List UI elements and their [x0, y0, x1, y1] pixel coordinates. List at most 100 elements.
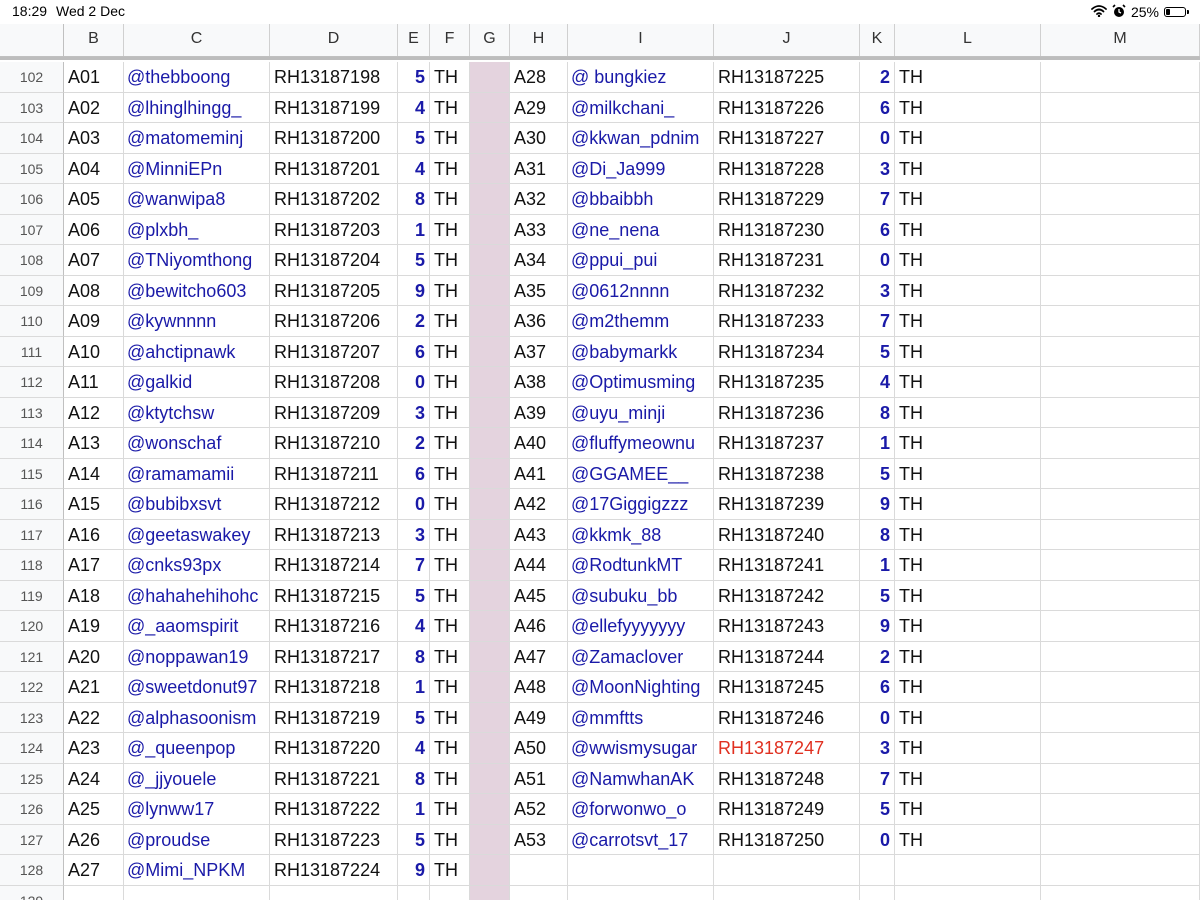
cell-l[interactable]: TH	[895, 92, 1041, 123]
cell-j[interactable]	[714, 855, 860, 886]
cell-f[interactable]: TH	[430, 611, 470, 642]
cell-f[interactable]: TH	[430, 275, 470, 306]
cell-g[interactable]	[470, 855, 510, 886]
cell-m[interactable]	[1041, 580, 1200, 611]
cell-l[interactable]: TH	[895, 580, 1041, 611]
cell-c[interactable]: @ramamamii	[124, 458, 270, 489]
cell-m[interactable]	[1041, 855, 1200, 886]
cell-d[interactable]: RH13187200	[270, 123, 398, 154]
cell-b[interactable]: A11	[64, 367, 124, 398]
cell-m[interactable]	[1041, 275, 1200, 306]
cell-m[interactable]	[1041, 702, 1200, 733]
row-header[interactable]: 106	[0, 184, 64, 215]
cell-j[interactable]: RH13187234	[714, 336, 860, 367]
cell-k[interactable]: 0	[860, 702, 895, 733]
cell-m[interactable]	[1041, 519, 1200, 550]
cell-j[interactable]: RH13187231	[714, 245, 860, 276]
cell-g[interactable]	[470, 153, 510, 184]
row-header[interactable]: 117	[0, 519, 64, 550]
cell-l[interactable]: TH	[895, 275, 1041, 306]
cell-e[interactable]: 4	[398, 611, 430, 642]
cell-i[interactable]: @ellefyyyyyyy	[568, 611, 714, 642]
cell-c[interactable]: @lhinglhingg_	[124, 92, 270, 123]
cell-i[interactable]: @carrotsvt_17	[568, 824, 714, 855]
cell-b[interactable]: A05	[64, 184, 124, 215]
cell-j[interactable]: RH13187242	[714, 580, 860, 611]
cell-c[interactable]: @galkid	[124, 367, 270, 398]
cell-h[interactable]: A50	[510, 733, 568, 764]
cell-f[interactable]: TH	[430, 336, 470, 367]
cell-j[interactable]: RH13187227	[714, 123, 860, 154]
cell-f[interactable]: TH	[430, 367, 470, 398]
cell-c[interactable]: @noppawan19	[124, 641, 270, 672]
cell-k[interactable]: 4	[860, 367, 895, 398]
cell-f[interactable]: TH	[430, 458, 470, 489]
cell-b[interactable]: A22	[64, 702, 124, 733]
cell-d[interactable]: RH13187223	[270, 824, 398, 855]
cell-h[interactable]: A29	[510, 92, 568, 123]
cell-f[interactable]: TH	[430, 62, 470, 93]
cell-k[interactable]: 8	[860, 397, 895, 428]
cell-g[interactable]	[470, 62, 510, 93]
cell-d[interactable]: RH13187216	[270, 611, 398, 642]
cell-l[interactable]: TH	[895, 702, 1041, 733]
cell-l[interactable]: TH	[895, 306, 1041, 337]
row-header[interactable]: 122	[0, 672, 64, 703]
cell-k[interactable]	[860, 885, 895, 900]
cell-d[interactable]: RH13187224	[270, 855, 398, 886]
cell-j[interactable]	[714, 885, 860, 900]
cell-k[interactable]	[860, 855, 895, 886]
cell-d[interactable]: RH13187204	[270, 245, 398, 276]
cell-g[interactable]	[470, 611, 510, 642]
cell-f[interactable]: TH	[430, 794, 470, 825]
row-header[interactable]: 112	[0, 367, 64, 398]
cell-f[interactable]: TH	[430, 672, 470, 703]
cell-j[interactable]: RH13187250	[714, 824, 860, 855]
cell-h[interactable]: A36	[510, 306, 568, 337]
cell-h[interactable]: A35	[510, 275, 568, 306]
cell-l[interactable]: TH	[895, 489, 1041, 520]
cell-h[interactable]: A42	[510, 489, 568, 520]
cell-l[interactable]: TH	[895, 733, 1041, 764]
cell-i[interactable]: @forwonwo_o	[568, 794, 714, 825]
cell-d[interactable]: RH13187198	[270, 62, 398, 93]
row-header[interactable]: 103	[0, 92, 64, 123]
cell-j[interactable]: RH13187237	[714, 428, 860, 459]
cell-l[interactable]: TH	[895, 763, 1041, 794]
cell-j[interactable]: RH13187245	[714, 672, 860, 703]
cell-b[interactable]: A14	[64, 458, 124, 489]
cell-i[interactable]	[568, 885, 714, 900]
cell-k[interactable]: 0	[860, 123, 895, 154]
cell-l[interactable]: TH	[895, 672, 1041, 703]
cell-i[interactable]: @fluffymeownu	[568, 428, 714, 459]
row-header[interactable]: 105	[0, 153, 64, 184]
cell-b[interactable]: A26	[64, 824, 124, 855]
cell-g[interactable]	[470, 733, 510, 764]
cell-l[interactable]: TH	[895, 611, 1041, 642]
cell-m[interactable]	[1041, 733, 1200, 764]
column-header-h[interactable]: H	[510, 24, 568, 56]
cell-b[interactable]: A12	[64, 397, 124, 428]
cell-l[interactable]: TH	[895, 62, 1041, 93]
cell-d[interactable]: RH13187209	[270, 397, 398, 428]
cell-e[interactable]	[398, 885, 430, 900]
select-all-corner[interactable]	[0, 24, 64, 56]
cell-k[interactable]: 2	[860, 62, 895, 93]
cell-k[interactable]: 9	[860, 489, 895, 520]
cell-c[interactable]: @ktytchsw	[124, 397, 270, 428]
cell-c[interactable]: @sweetdonut97	[124, 672, 270, 703]
cell-d[interactable]: RH13187199	[270, 92, 398, 123]
cell-m[interactable]	[1041, 672, 1200, 703]
cell-d[interactable]: RH13187211	[270, 458, 398, 489]
cell-h[interactable]: A31	[510, 153, 568, 184]
cell-j[interactable]: RH13187247	[714, 733, 860, 764]
cell-i[interactable]: @17Giggigzzz	[568, 489, 714, 520]
cell-j[interactable]: RH13187226	[714, 92, 860, 123]
cell-l[interactable]: TH	[895, 184, 1041, 215]
row-header[interactable]: 110	[0, 306, 64, 337]
cell-e[interactable]: 5	[398, 702, 430, 733]
cell-e[interactable]: 4	[398, 733, 430, 764]
cell-g[interactable]	[470, 763, 510, 794]
cell-f[interactable]: TH	[430, 397, 470, 428]
cell-g[interactable]	[470, 489, 510, 520]
